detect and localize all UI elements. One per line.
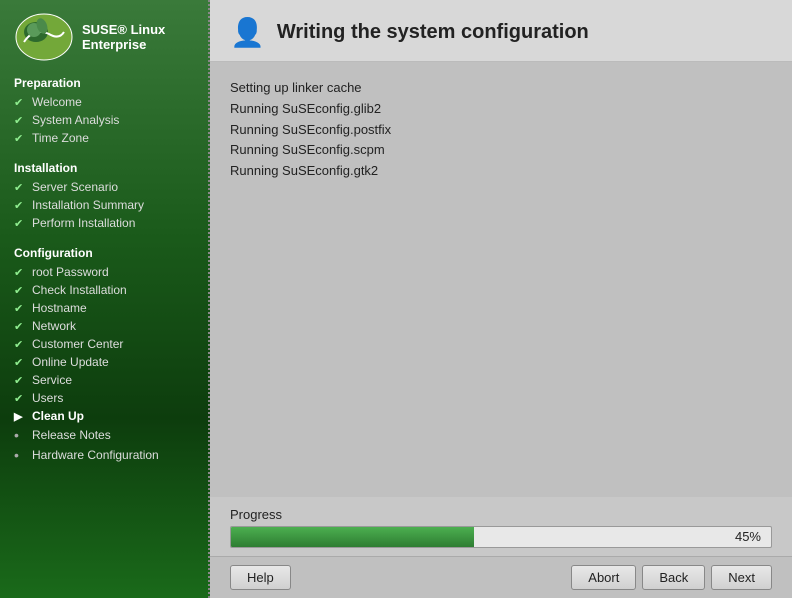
section-label-preparation: Preparation xyxy=(0,70,210,93)
sidebar-item-server-scenario[interactable]: ✔ Server Scenario xyxy=(0,178,210,196)
sidebar-item-release-notes[interactable]: • Release Notes xyxy=(0,425,210,445)
log-line-3: Running SuSEconfig.postfix xyxy=(230,120,772,141)
progress-label: Progress xyxy=(230,507,772,522)
sidebar-item-check-installation[interactable]: ✔ Check Installation xyxy=(0,281,210,299)
abort-button[interactable]: Abort xyxy=(571,565,636,590)
arrow-icon: ▶ xyxy=(14,410,26,423)
check-icon: ✔ xyxy=(14,356,26,369)
sidebar-item-online-update[interactable]: ✔ Online Update xyxy=(0,353,210,371)
progress-bar-fill xyxy=(231,527,474,547)
log-line-5: Running SuSEconfig.gtk2 xyxy=(230,161,772,182)
sidebar-item-label: Perform Installation xyxy=(32,216,135,230)
back-button[interactable]: Back xyxy=(642,565,705,590)
progress-area: Progress 45% xyxy=(210,497,792,556)
footer: Help Abort Back Next xyxy=(210,556,792,598)
check-icon: ✔ xyxy=(14,338,26,351)
check-icon: ✔ xyxy=(14,284,26,297)
sidebar-item-label: Clean Up xyxy=(32,409,84,423)
sidebar-item-label: Network xyxy=(32,319,76,333)
sidebar-item-perform-installation[interactable]: ✔ Perform Installation xyxy=(0,214,210,232)
sidebar-item-hardware-configuration[interactable]: • Hardware Configuration xyxy=(0,445,210,465)
log-line-2: Running SuSEconfig.glib2 xyxy=(230,99,772,120)
log-line-1: Setting up linker cache xyxy=(230,78,772,99)
sidebar-item-users[interactable]: ✔ Users xyxy=(0,389,210,407)
sidebar-logo-area: SUSE® Linux Enterprise xyxy=(0,0,210,70)
check-icon: ✔ xyxy=(14,392,26,405)
progress-bar-container: 45% xyxy=(230,526,772,548)
sidebar-item-label: Service xyxy=(32,373,72,387)
sidebar-item-clean-up[interactable]: ▶ Clean Up xyxy=(0,407,210,425)
sidebar-item-label: Welcome xyxy=(32,95,82,109)
sidebar-item-root-password[interactable]: ✔ root Password xyxy=(0,263,210,281)
sidebar-item-installation-summary[interactable]: ✔ Installation Summary xyxy=(0,196,210,214)
check-icon: ✔ xyxy=(14,217,26,230)
help-button[interactable]: Help xyxy=(230,565,291,590)
sidebar-item-label: Time Zone xyxy=(32,131,89,145)
page-title: Writing the system configuration xyxy=(277,21,589,44)
main-content: Setting up linker cache Running SuSEconf… xyxy=(210,62,792,497)
check-icon: ✔ xyxy=(14,320,26,333)
sidebar-item-service[interactable]: ✔ Service xyxy=(0,371,210,389)
next-button[interactable]: Next xyxy=(711,565,772,590)
suse-logo-icon xyxy=(14,12,74,62)
sidebar-item-customer-center[interactable]: ✔ Customer Center xyxy=(0,335,210,353)
sidebar-item-label: Installation Summary xyxy=(32,198,144,212)
sidebar-item-label: Users xyxy=(32,391,63,405)
check-icon: ✔ xyxy=(14,96,26,109)
sidebar-item-hostname[interactable]: ✔ Hostname xyxy=(0,299,210,317)
sidebar-item-network[interactable]: ✔ Network xyxy=(0,317,210,335)
bullet-icon: • xyxy=(14,427,26,443)
section-label-configuration: Configuration xyxy=(0,240,210,263)
main-panel: 👤 Writing the system configuration Setti… xyxy=(210,0,792,598)
progress-percent: 45% xyxy=(735,529,761,544)
check-icon: ✔ xyxy=(14,199,26,212)
header-icon: 👤 xyxy=(230,16,265,49)
sidebar-brand: SUSE® Linux Enterprise xyxy=(82,22,165,52)
check-icon: ✔ xyxy=(14,302,26,315)
sidebar-item-label: Online Update xyxy=(32,355,109,369)
sidebar-item-time-zone[interactable]: ✔ Time Zone xyxy=(0,129,210,147)
check-icon: ✔ xyxy=(14,181,26,194)
sidebar: SUSE® Linux Enterprise Preparation ✔ Wel… xyxy=(0,0,210,598)
check-icon: ✔ xyxy=(14,266,26,279)
sidebar-item-label: root Password xyxy=(32,265,109,279)
sidebar-item-label: Release Notes xyxy=(32,428,111,442)
sidebar-item-label: Customer Center xyxy=(32,337,123,351)
section-label-installation: Installation xyxy=(0,155,210,178)
sidebar-item-welcome[interactable]: ✔ Welcome xyxy=(0,93,210,111)
footer-right-buttons: Abort Back Next xyxy=(571,565,772,590)
sidebar-separator xyxy=(207,0,210,598)
sidebar-item-label: Hardware Configuration xyxy=(32,448,159,462)
log-line-4: Running SuSEconfig.scpm xyxy=(230,140,772,161)
check-icon: ✔ xyxy=(14,374,26,387)
check-icon: ✔ xyxy=(14,132,26,145)
sidebar-item-system-analysis[interactable]: ✔ System Analysis xyxy=(0,111,210,129)
main-header: 👤 Writing the system configuration xyxy=(210,0,792,62)
check-icon: ✔ xyxy=(14,114,26,127)
bullet-icon: • xyxy=(14,447,26,463)
sidebar-item-label: System Analysis xyxy=(32,113,119,127)
sidebar-item-label: Check Installation xyxy=(32,283,127,297)
sidebar-item-label: Server Scenario xyxy=(32,180,118,194)
sidebar-item-label: Hostname xyxy=(32,301,87,315)
